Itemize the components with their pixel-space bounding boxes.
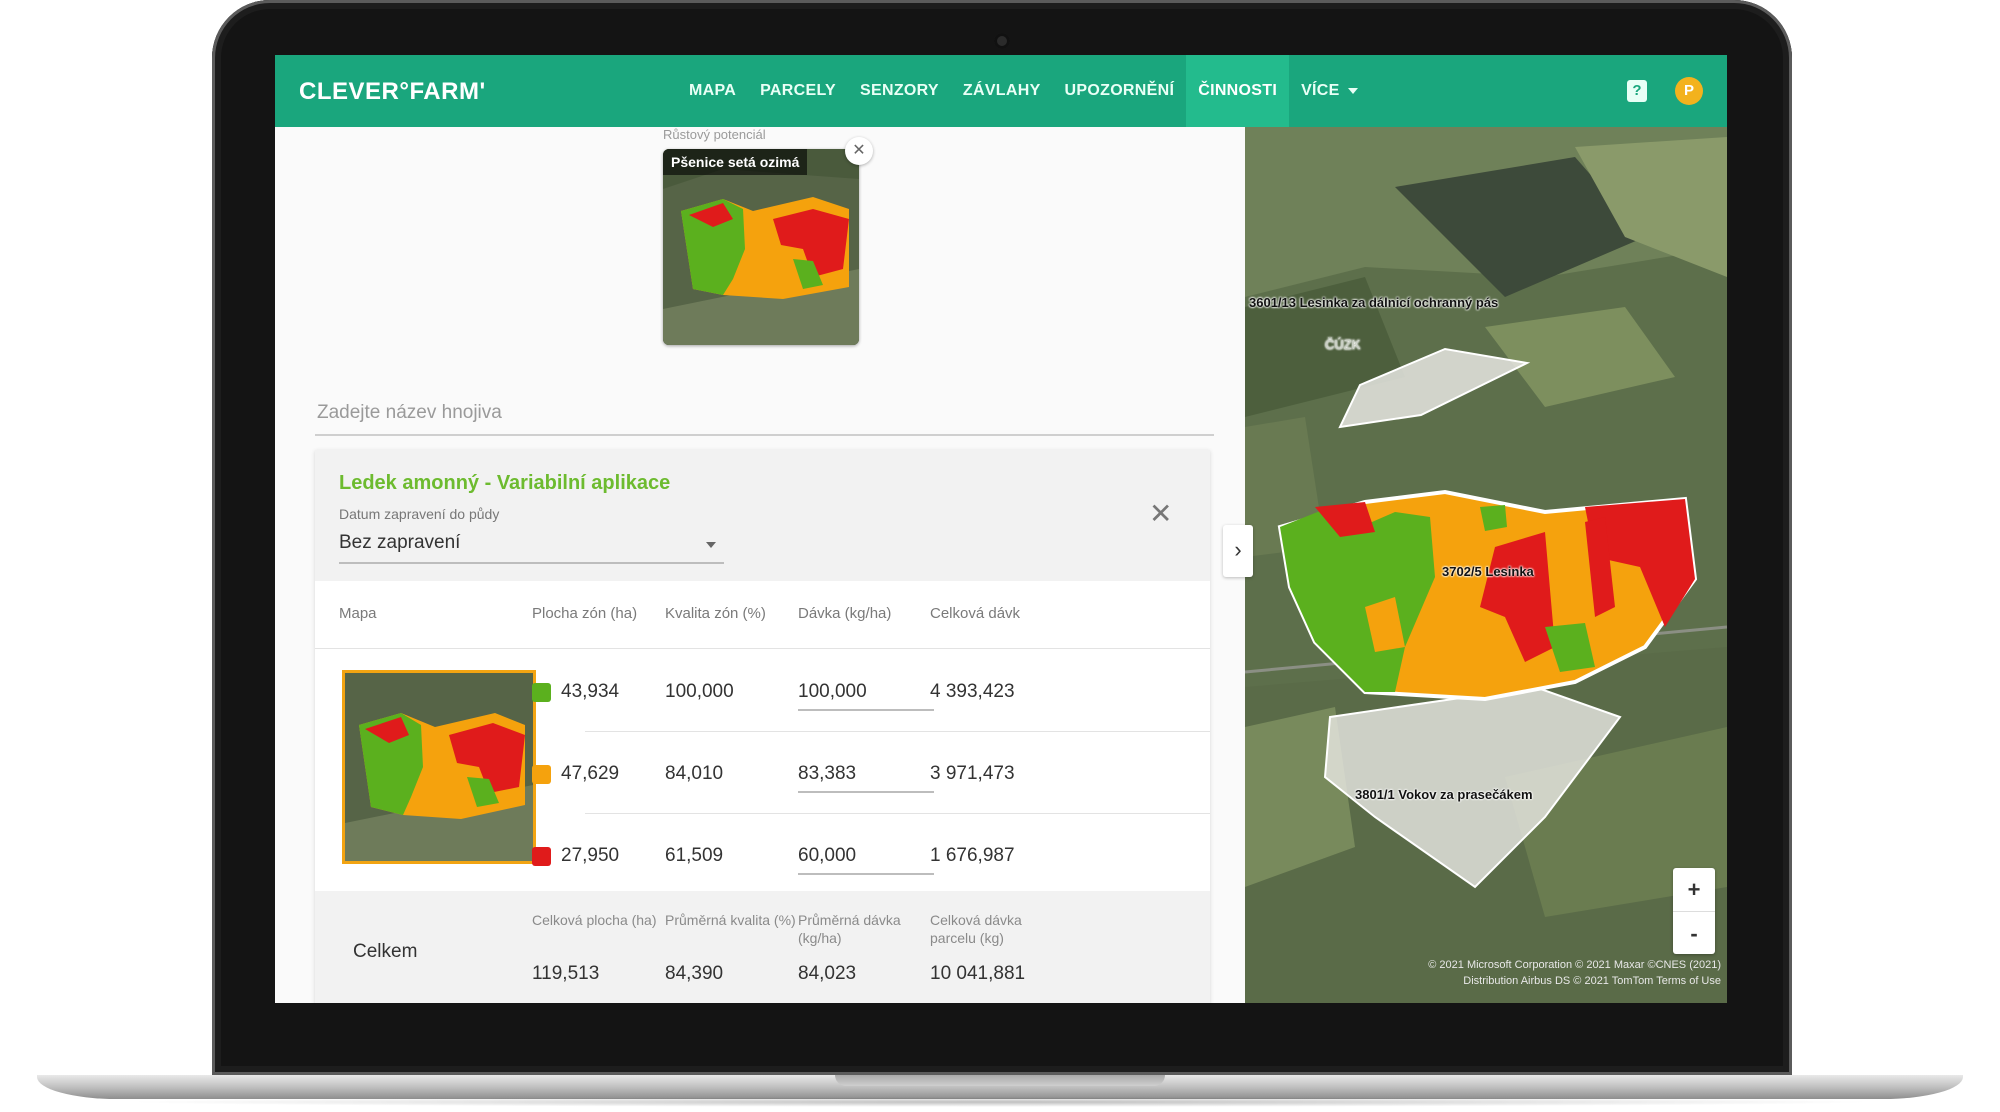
zone-area: 43,934 xyxy=(561,681,620,702)
nav-vice-label: VÍCE xyxy=(1301,82,1340,99)
parcel-label: 3702/5 Lesinka xyxy=(1442,564,1534,579)
zone-area: 27,950 xyxy=(561,845,620,866)
close-icon[interactable]: ✕ xyxy=(845,137,873,165)
column-header-dose: Dávka (kg/ha) xyxy=(798,605,892,622)
zone-swatch-green xyxy=(532,683,551,702)
clever-farm-logo[interactable]: CLEVER°FARM' xyxy=(299,78,486,106)
column-header-total: Celková dávk xyxy=(930,605,1021,622)
activity-panel: Růstový potenciál Pšenice setá ozimá ✕ L… xyxy=(275,127,1245,1003)
nav-senzory[interactable]: SENZORY xyxy=(848,55,951,127)
zoom-controls: + - xyxy=(1673,868,1715,954)
zone-quality: 61,509 xyxy=(665,845,724,866)
total-dose-caption: Celková dávka parcelu (kg) xyxy=(930,912,1022,946)
map-view[interactable]: 3601/13 Lesinka za dálnicí ochranný pás … xyxy=(1245,127,1727,1003)
nav-zavlahy[interactable]: ZÁVLAHY xyxy=(951,55,1053,127)
avg-dose-value: 84,023 xyxy=(798,963,857,984)
screen: CLEVER°FARM' MAPA PARCELY SENZORY ZÁVLAH… xyxy=(275,55,1727,1003)
nav-mapa[interactable]: MAPA xyxy=(677,55,748,127)
zone-dose-input[interactable]: 60,000 xyxy=(798,845,934,875)
nav-upozorneni[interactable]: UPOZORNĚNÍ xyxy=(1053,55,1187,127)
zone-total: 4 393,423 xyxy=(930,681,1015,702)
parcel-label: 3801/1 Vokov za prasečákem xyxy=(1355,787,1533,802)
nav-parcely[interactable]: PARCELY xyxy=(748,55,848,127)
incorporation-value: Bez zapravení xyxy=(339,532,461,553)
parcel-label: 3601/13 Lesinka za dálnicí ochranný pás xyxy=(1249,295,1499,310)
map-attribution: © 2021 Microsoft Corporation © 2021 Maxa… xyxy=(1325,957,1721,989)
growth-potential-thumbnail[interactable]: Pšenice setá ozimá xyxy=(663,149,859,345)
totals-label: Celkem xyxy=(353,941,418,962)
column-header-map: Mapa xyxy=(339,605,377,622)
help-icon[interactable]: ? xyxy=(1627,80,1647,102)
attribution-line: © 2021 Microsoft Corporation © 2021 Maxa… xyxy=(1428,959,1721,971)
chevron-down-icon xyxy=(1347,88,1358,94)
nav-vice[interactable]: VÍCE xyxy=(1289,55,1370,127)
zone-area: 47,629 xyxy=(561,763,620,784)
zone-swatch-orange xyxy=(532,765,551,784)
zone-dose-input[interactable]: 100,000 xyxy=(798,681,934,711)
nav-cinnosti[interactable]: ČINNOSTI xyxy=(1186,55,1290,127)
zone-quality: 84,010 xyxy=(665,763,724,784)
column-header-area: Plocha zón (ha) xyxy=(532,605,638,622)
avg-quality-caption: Průměrná kvalita (%) xyxy=(665,912,796,928)
zone-map-image[interactable] xyxy=(342,670,536,864)
growth-potential-label: Růstový potenciál xyxy=(663,127,766,142)
header-divider xyxy=(315,648,1210,649)
total-area-value: 119,513 xyxy=(532,963,600,984)
zoom-out-button[interactable]: - xyxy=(1673,912,1715,955)
application-card-header: Ledek amonný - Variabilní aplikace Datum… xyxy=(315,450,1210,581)
attribution-line[interactable]: Distribution Airbus DS © 2021 TomTom Ter… xyxy=(1325,973,1721,989)
zone-map-svg xyxy=(345,673,533,861)
user-avatar[interactable]: P xyxy=(1675,77,1703,105)
application-card: Ledek amonný - Variabilní aplikace Datum… xyxy=(315,450,1210,1003)
incorporation-select[interactable]: Bez zapravení xyxy=(339,528,724,564)
zoom-in-button[interactable]: + xyxy=(1673,868,1715,911)
zone-total: 1 676,987 xyxy=(930,845,1015,866)
close-icon[interactable]: ✕ xyxy=(1149,500,1172,528)
crop-caption: Pšenice setá ozimá xyxy=(663,149,808,175)
avg-quality-value: 84,390 xyxy=(665,963,724,984)
top-bar: CLEVER°FARM' MAPA PARCELY SENZORY ZÁVLAH… xyxy=(275,55,1727,127)
growth-potential-map-image xyxy=(663,149,859,345)
total-dose-value: 10 041,881 xyxy=(930,963,1026,984)
main-nav: MAPA PARCELY SENZORY ZÁVLAHY UPOZORNĚNÍ … xyxy=(677,55,1370,127)
totals-row: Celkem Celková plocha (ha) 119,513 Průmě… xyxy=(315,891,1210,1003)
laptop-notch xyxy=(835,1075,1165,1086)
collapse-panel-button[interactable]: › xyxy=(1223,525,1253,577)
row-divider xyxy=(585,813,1210,814)
chevron-down-icon xyxy=(706,542,716,548)
place-label: ČÚZK xyxy=(1325,337,1361,352)
avg-dose-caption: Průměrná dávka (kg/ha) xyxy=(798,912,901,946)
camera-icon xyxy=(994,33,1010,49)
total-area-caption: Celková plocha (ha) xyxy=(532,912,657,928)
zone-total: 3 971,473 xyxy=(930,763,1015,784)
zone-quality: 100,000 xyxy=(665,681,734,702)
incorporation-label: Datum zapravení do půdy xyxy=(339,506,500,522)
laptop-shadow xyxy=(120,1097,1880,1107)
row-divider xyxy=(585,731,1210,732)
application-title: Ledek amonný - Variabilní aplikace xyxy=(339,472,671,494)
fertilizer-search-input[interactable] xyxy=(315,392,1214,436)
zone-swatch-red xyxy=(532,847,551,866)
zone-dose-input[interactable]: 83,383 xyxy=(798,763,934,793)
column-header-quality: Kvalita zón (%) xyxy=(665,605,766,622)
